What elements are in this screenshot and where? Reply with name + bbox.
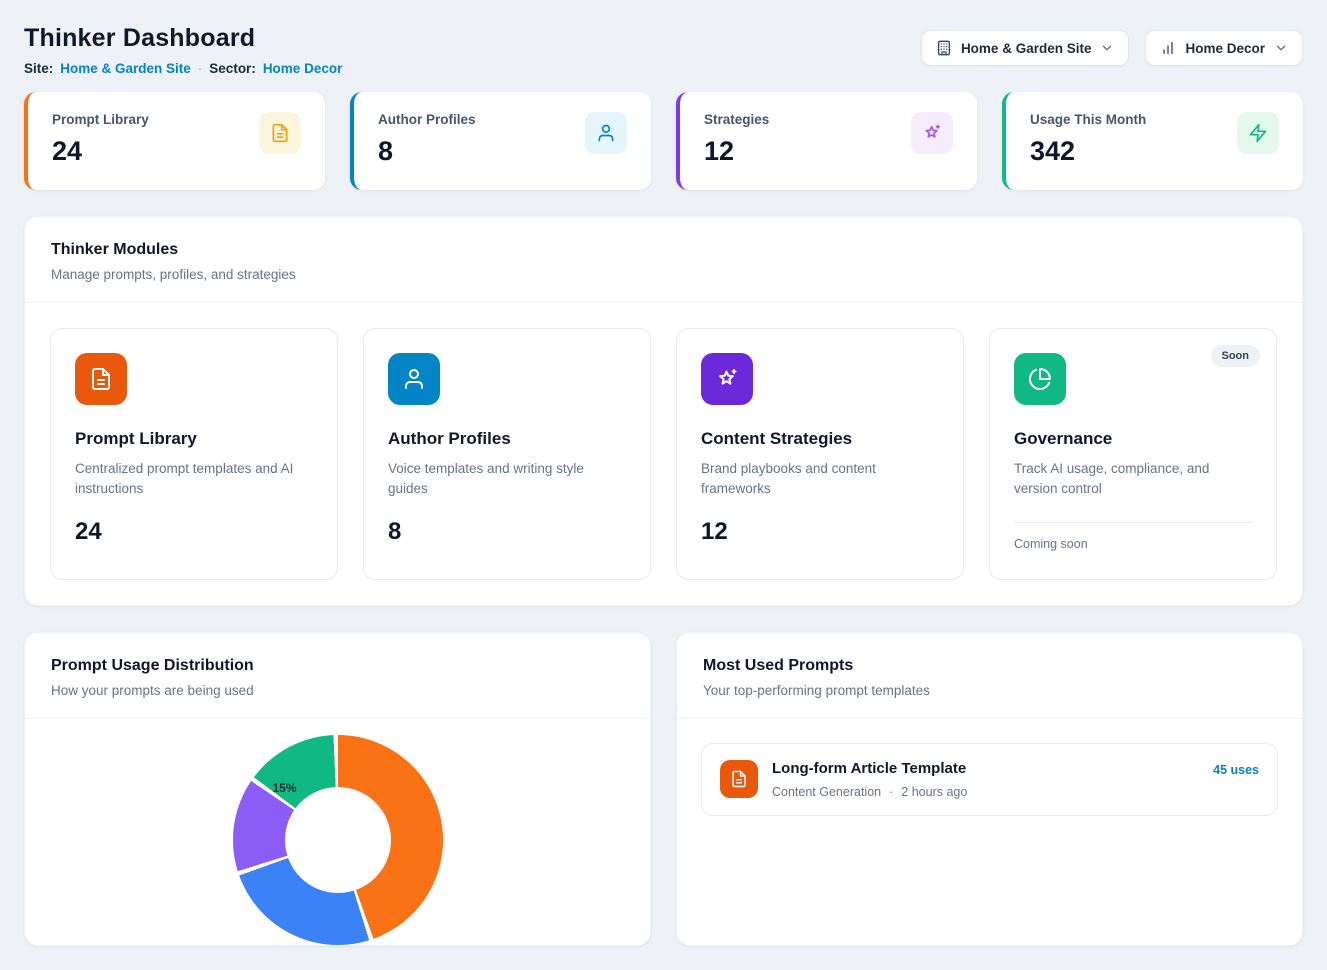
sector-link[interactable]: Home Decor: [263, 61, 343, 76]
module-title: Author Profiles: [388, 429, 626, 449]
stat-card-strategies: Strategies 12: [676, 92, 977, 190]
person-icon: [388, 353, 440, 405]
pie-chart-icon: [1014, 353, 1066, 405]
lightning-icon: [1237, 112, 1279, 154]
divider: [1014, 522, 1252, 523]
most-used-panel-title: Most Used Prompts: [703, 657, 1276, 675]
module-card-prompt-library[interactable]: Prompt Library Centralized prompt templa…: [50, 328, 338, 580]
stat-value: 8: [378, 136, 476, 167]
site-sector-breadcrumb: Site: Home & Garden Site · Sector: Home …: [24, 61, 342, 76]
document-icon: [75, 353, 127, 405]
module-description: Voice templates and writing style guides: [388, 459, 626, 500]
stat-card-usage: Usage This Month 342: [1002, 92, 1303, 190]
site-dropdown-button[interactable]: Home & Garden Site: [921, 30, 1130, 66]
chevron-down-icon: [1100, 41, 1114, 55]
prompt-list: Long-form Article Template Content Gener…: [677, 719, 1302, 840]
stat-cards-row: Prompt Library 24 Author Profiles 8 Stra…: [24, 92, 1303, 190]
sector-label: Sector:: [209, 61, 256, 76]
header-actions: Home & Garden Site Home Decor: [921, 30, 1303, 66]
stat-info: Strategies 12: [704, 112, 769, 167]
stat-info: Usage This Month 342: [1030, 112, 1146, 167]
stat-value: 24: [52, 136, 149, 167]
module-title: Content Strategies: [701, 429, 939, 449]
module-count: 12: [701, 518, 939, 546]
site-link[interactable]: Home & Garden Site: [60, 61, 191, 76]
stat-label: Usage This Month: [1030, 112, 1146, 127]
module-title: Governance: [1014, 429, 1252, 449]
stat-info: Author Profiles 8: [378, 112, 476, 167]
prompt-item-meta: Content Generation · 2 hours ago: [772, 785, 1199, 799]
document-icon: [259, 112, 301, 154]
header: Thinker Dashboard Site: Home & Garden Si…: [24, 24, 1303, 76]
module-card-author-profiles[interactable]: Author Profiles Voice templates and writ…: [363, 328, 651, 580]
module-description: Centralized prompt templates and AI inst…: [75, 459, 313, 500]
donut-chart: 15%: [233, 735, 443, 945]
site-label: Site:: [24, 61, 53, 76]
prompt-item-body: Long-form Article Template Content Gener…: [772, 760, 1199, 799]
usage-panel-header: Prompt Usage Distribution How your promp…: [25, 633, 650, 718]
module-card-content-strategies[interactable]: Content Strategies Brand playbooks and c…: [676, 328, 964, 580]
dashboard-page: Thinker Dashboard Site: Home & Garden Si…: [0, 0, 1327, 970]
stat-card-author-profiles: Author Profiles 8: [350, 92, 651, 190]
prompt-item-uses-badge: 45 uses: [1213, 763, 1259, 777]
person-icon: [585, 112, 627, 154]
prompt-item-title: Long-form Article Template: [772, 760, 1199, 777]
stat-label: Strategies: [704, 112, 769, 127]
prompt-item-time: 2 hours ago: [901, 785, 967, 799]
separator-dot: ·: [889, 785, 893, 799]
page-title: Thinker Dashboard: [24, 24, 342, 53]
most-used-prompts-panel: Most Used Prompts Your top-performing pr…: [676, 632, 1303, 946]
separator-dot: ·: [198, 61, 203, 76]
building-icon: [936, 40, 952, 56]
star-sparkle-icon: [701, 353, 753, 405]
modules-panel-title: Thinker Modules: [51, 241, 1276, 259]
header-left: Thinker Dashboard Site: Home & Garden Si…: [24, 24, 342, 76]
coming-soon-text: Coming soon: [1014, 537, 1252, 551]
stat-info: Prompt Library 24: [52, 112, 149, 167]
chevron-down-icon: [1274, 41, 1288, 55]
most-used-panel-subtitle: Your top-performing prompt templates: [703, 683, 1276, 698]
stat-card-prompt-library: Prompt Library 24: [24, 92, 325, 190]
list-item-long-form-article-template[interactable]: Long-form Article Template Content Gener…: [701, 743, 1278, 816]
stat-label: Prompt Library: [52, 112, 149, 127]
modules-panel-subtitle: Manage prompts, profiles, and strategies: [51, 267, 1276, 282]
modules-panel-header: Thinker Modules Manage prompts, profiles…: [25, 217, 1302, 302]
star-sparkle-icon: [911, 112, 953, 154]
module-description: Brand playbooks and content frameworks: [701, 459, 939, 500]
soon-badge: Soon: [1211, 345, 1261, 367]
module-description: Track AI usage, compliance, and version …: [1014, 459, 1252, 500]
thinker-modules-panel: Thinker Modules Manage prompts, profiles…: [24, 216, 1303, 606]
usage-panel-title: Prompt Usage Distribution: [51, 657, 624, 675]
site-dropdown-label: Home & Garden Site: [961, 41, 1092, 56]
document-icon: [720, 760, 758, 798]
bottom-row: Prompt Usage Distribution How your promp…: [24, 632, 1303, 946]
most-used-panel-header: Most Used Prompts Your top-performing pr…: [677, 633, 1302, 718]
prompt-usage-panel: Prompt Usage Distribution How your promp…: [24, 632, 651, 946]
modules-grid: Prompt Library Centralized prompt templa…: [25, 303, 1302, 605]
module-count: 8: [388, 518, 626, 546]
module-count: 24: [75, 518, 313, 546]
usage-panel-subtitle: How your prompts are being used: [51, 683, 624, 698]
module-title: Prompt Library: [75, 429, 313, 449]
sector-dropdown-label: Home Decor: [1185, 41, 1265, 56]
stat-label: Author Profiles: [378, 112, 476, 127]
bar-chart-icon: [1160, 40, 1176, 56]
stat-value: 342: [1030, 136, 1146, 167]
donut-segment-label: 15%: [273, 781, 297, 795]
sector-dropdown-button[interactable]: Home Decor: [1145, 30, 1303, 66]
prompt-item-category: Content Generation: [772, 785, 881, 799]
stat-value: 12: [704, 136, 769, 167]
donut-chart-area: 15%: [25, 719, 650, 945]
module-card-governance[interactable]: Soon Governance Track AI usage, complian…: [989, 328, 1277, 580]
